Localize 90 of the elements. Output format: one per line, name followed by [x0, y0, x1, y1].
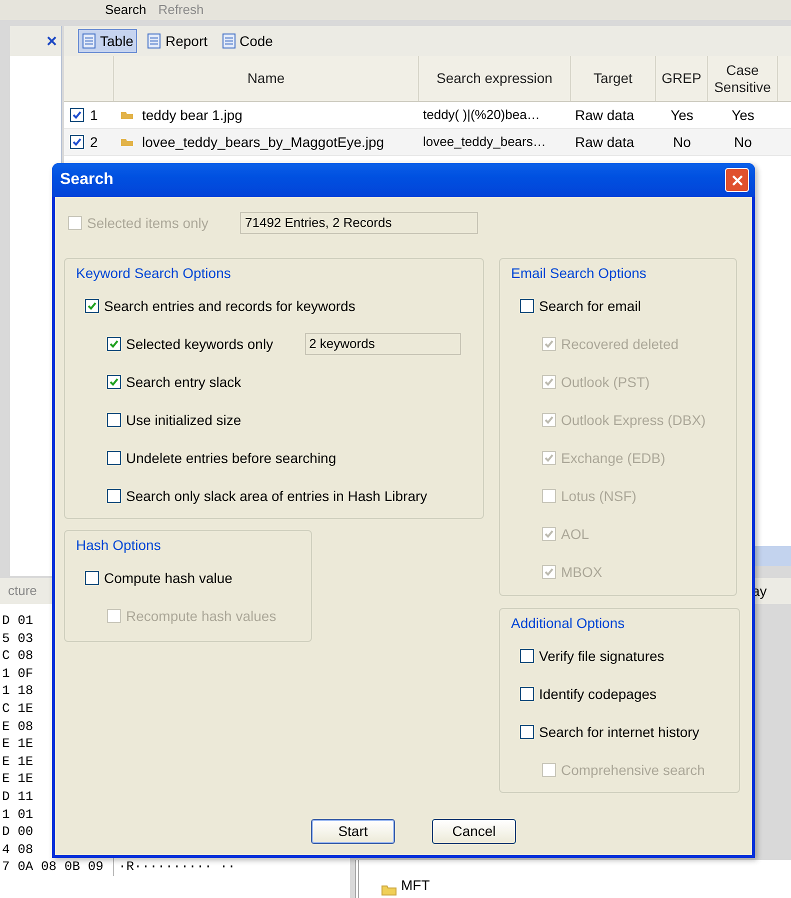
checkbox[interactable] [107, 375, 121, 389]
hex-line: 1 18 [2, 682, 34, 700]
table-cell-text: lovee_teddy_bears… [422, 133, 547, 152]
option-label: Recovered deleted [561, 334, 679, 354]
hex-line: D 01 [2, 612, 34, 630]
option-label: Recompute hash values [126, 606, 276, 626]
row-number: 1 [90, 106, 98, 124]
view-tab[interactable]: Report [143, 29, 212, 53]
table-cell-text: lovee_teddy_bears_by_MaggotEye.jpg [142, 132, 384, 152]
option-label: Exchange (EDB) [561, 448, 666, 468]
checkbox[interactable] [107, 451, 121, 465]
option-label: Use initialized size [126, 410, 242, 430]
checkbox[interactable] [107, 489, 121, 503]
folder-icon [381, 884, 397, 896]
option-label: Search for email [539, 296, 641, 316]
hex-line: E 1E [2, 770, 34, 788]
column-header[interactable]: Search expression [419, 56, 571, 101]
hex-line: 7 0A 08 0B 09 [2, 858, 104, 876]
option-label: Selected keywords only [126, 334, 274, 354]
row-number: 2 [90, 132, 98, 152]
option-label: Outlook Express (DBX) [561, 410, 706, 430]
file-icon [120, 110, 134, 120]
checkbox[interactable] [520, 725, 534, 739]
column-header[interactable]: Case Sensitive [708, 56, 778, 101]
keyword-count-field: 2 keywords [305, 333, 462, 355]
tree-item[interactable]: MFT [401, 875, 430, 896]
option-label: Compute hash value [104, 568, 232, 588]
hex-line: 1 0F [2, 664, 34, 682]
dialog-button[interactable]: Start [311, 819, 395, 844]
table-cell-text: Yes [670, 106, 694, 124]
panel-label: cture [8, 582, 37, 600]
checkbox[interactable] [107, 413, 121, 427]
close-icon[interactable]: × [46, 32, 57, 50]
checkbox[interactable] [85, 571, 99, 585]
checkbox[interactable] [70, 135, 84, 149]
group-title: Hash Options [76, 536, 162, 555]
hex-line: 1 01 [2, 806, 34, 824]
checkbox[interactable] [70, 108, 84, 122]
hex-line: E 08 [2, 718, 34, 736]
hex-line: E 1E [2, 752, 34, 770]
option-label: MBOX [561, 562, 602, 582]
option-label: Search entry slack [126, 372, 242, 392]
option-label: Undelete entries before searching [126, 448, 336, 468]
table-cell-text: teddy( )|(%20)bea… [422, 106, 541, 124]
view-tab[interactable]: Code [218, 29, 277, 53]
table-cell-text: Raw data [574, 106, 636, 124]
checkbox[interactable] [107, 337, 121, 351]
hex-line: D 00 [2, 823, 34, 841]
table-cell-text: No [672, 132, 692, 152]
group-title: Email Search Options [511, 264, 648, 283]
close-button[interactable] [725, 168, 749, 192]
checkbox[interactable] [85, 299, 99, 313]
column-header[interactable]: Name [114, 56, 419, 101]
hex-line: C 08 [2, 647, 34, 665]
option-label: Outlook (PST) [561, 372, 650, 392]
option-label: Verify file signatures [539, 646, 664, 666]
option-label: Search only slack area of entries in Hash Library [126, 486, 428, 506]
hex-line: 4 08 [2, 840, 34, 858]
toolbar-button[interactable]: Search [105, 0, 146, 20]
file-icon [120, 137, 134, 147]
document-icon [82, 33, 96, 49]
checkbox[interactable] [520, 687, 534, 701]
hex-line: D 11 [2, 788, 34, 806]
group-title: Keyword Search Options [76, 264, 232, 283]
hex-line: C 1E [2, 700, 34, 718]
checkbox[interactable] [520, 299, 534, 313]
option-label: Selected items only [87, 214, 208, 233]
option-label: Lotus (NSF) [561, 486, 636, 506]
option-label: Search entries and records for keywords [104, 296, 356, 316]
window-title: Search [60, 170, 114, 190]
table-cell-text: Raw data [574, 132, 636, 152]
dialog-button[interactable]: Cancel [432, 819, 516, 844]
close-icon [732, 174, 742, 186]
hex-line: 5 03 [2, 630, 34, 648]
document-icon [147, 33, 162, 49]
table-cell-text: teddy bear 1.jpg [142, 106, 242, 125]
group-title: Additional Options [511, 614, 626, 633]
option-label: Search for internet history [539, 722, 700, 742]
table-cell-text: No [733, 132, 753, 152]
table-cell-text: Yes [730, 106, 756, 124]
checkbox[interactable] [520, 649, 534, 663]
summary-field: 71492 Entries, 2 Records [240, 212, 478, 234]
column-header[interactable]: GREP [656, 56, 708, 101]
option-label: AOL [561, 524, 590, 544]
hex-line: E 1E [2, 735, 34, 753]
document-icon [222, 33, 236, 49]
view-tab[interactable]: Table [78, 29, 138, 53]
option-label: Identify codepages [539, 684, 657, 704]
column-header[interactable]: Target [571, 56, 656, 101]
option-label: Comprehensive search [561, 760, 705, 780]
